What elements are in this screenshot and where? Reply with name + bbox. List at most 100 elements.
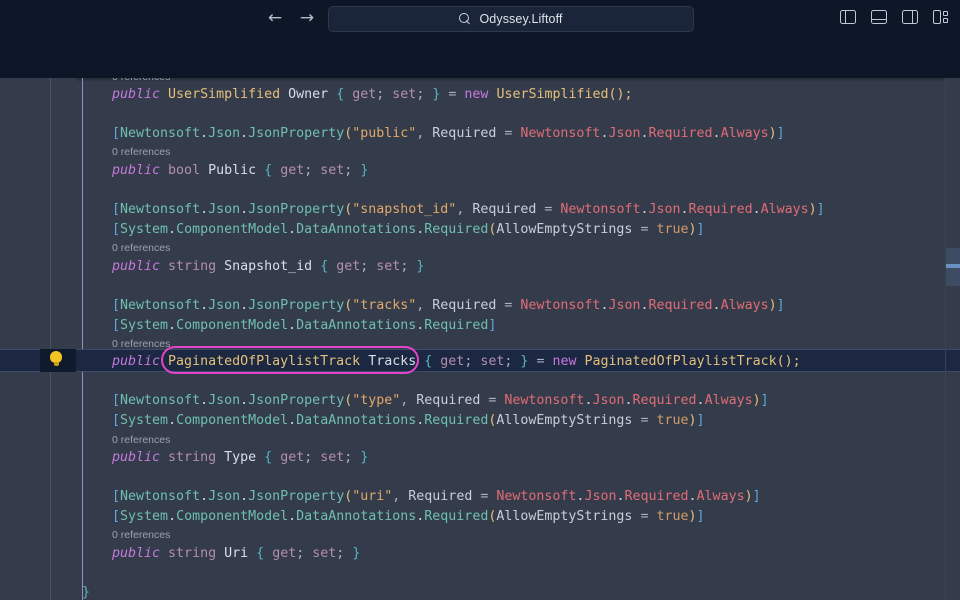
code-token: DataAnnotations (296, 413, 416, 428)
code-line[interactable]: [Newtonsoft.Json.JsonProperty("public", … (0, 124, 960, 144)
code-token: string (168, 259, 216, 274)
code-token: Required (424, 222, 488, 237)
code-token: set (480, 354, 504, 369)
code-token: DataAnnotations (296, 509, 416, 524)
code-token: DataAnnotations (296, 222, 416, 237)
codelens-references[interactable]: 0 references (112, 241, 170, 255)
code-line[interactable]: [System.ComponentModel.DataAnnotations.R… (0, 316, 960, 336)
code-token: . (168, 413, 176, 428)
toggle-panel-icon[interactable] (870, 8, 888, 26)
code-token: Required (424, 413, 488, 428)
code-token: { (336, 87, 344, 102)
code-line[interactable]: public PaginatedOfPlaylistTrack Tracks {… (0, 352, 960, 372)
toggle-secondary-sidebar-icon[interactable] (901, 8, 919, 26)
code-token: . (240, 298, 248, 313)
code-token: Always (721, 126, 769, 141)
code-token: Json (608, 126, 640, 141)
code-line-text: [System.ComponentModel.DataAnnotations.R… (112, 220, 705, 240)
code-token: ] (777, 126, 785, 141)
code-token: [ (112, 393, 120, 408)
code-token: Required (432, 126, 496, 141)
code-line[interactable]: [Newtonsoft.Json.JsonProperty("tracks", … (0, 296, 960, 316)
code-line-text: public string Snapshot_id { get; set; } (112, 257, 424, 277)
code-token: System (120, 509, 168, 524)
code-token: . (697, 393, 705, 408)
code-token (577, 354, 585, 369)
code-token: JsonProperty (248, 202, 344, 217)
code-token: Required (689, 202, 753, 217)
code-token: . (200, 202, 208, 217)
code-token: AllowEmptyStrings (496, 222, 632, 237)
code-token: Required (624, 489, 688, 504)
code-token: Newtonsoft (504, 393, 584, 408)
code-token: "snapshot_id" (352, 202, 456, 217)
back-arrow-icon[interactable]: ← (266, 9, 284, 27)
forward-arrow-icon[interactable]: → (298, 9, 316, 27)
code-token: set (320, 163, 344, 178)
code-line[interactable]: public bool Public { get; set; } (0, 161, 960, 181)
code-token: ) (769, 126, 777, 141)
code-token: ) (769, 298, 777, 313)
code-line[interactable]: [System.ComponentModel.DataAnnotations.R… (0, 507, 960, 527)
code-token: AllowEmptyStrings (496, 509, 632, 524)
code-token: . (681, 202, 689, 217)
code-line-text: [Newtonsoft.Json.JsonProperty("public", … (112, 124, 785, 144)
code-line[interactable]: public UserSimplified Owner { get; set; … (0, 85, 960, 105)
code-token: Newtonsoft (120, 393, 200, 408)
code-token (216, 450, 224, 465)
code-token: get (272, 546, 296, 561)
code-line[interactable]: public string Snapshot_id { get; set; } (0, 257, 960, 277)
code-token: string (168, 450, 216, 465)
code-token (360, 354, 368, 369)
editor-scrollbar-track[interactable] (946, 78, 960, 600)
code-line[interactable]: [Newtonsoft.Json.JsonProperty("uri", Req… (0, 487, 960, 507)
code-editor[interactable]: 0 references 0 references 0 references 0 re… (0, 78, 960, 600)
code-token: . (168, 318, 176, 333)
code-token: Required (416, 393, 480, 408)
code-token: "public" (352, 126, 416, 141)
code-token: "type" (352, 393, 400, 408)
code-line[interactable]: [System.ComponentModel.DataAnnotations.R… (0, 220, 960, 240)
code-token: Json (208, 126, 240, 141)
code-token: ] (753, 489, 761, 504)
code-line[interactable]: [System.ComponentModel.DataAnnotations.R… (0, 411, 960, 431)
code-token: Always (761, 202, 809, 217)
code-token: ) (753, 393, 761, 408)
code-token: ] (697, 413, 705, 428)
code-line[interactable]: } (0, 583, 960, 600)
codelens-references[interactable]: 0 references (112, 145, 170, 159)
code-token: ComponentModel (176, 413, 288, 428)
code-token: new (552, 354, 576, 369)
toggle-primary-sidebar-icon[interactable] (839, 8, 857, 26)
code-token: Json (608, 298, 640, 313)
code-token: "tracks" (352, 298, 416, 313)
code-token: Tracks (368, 354, 416, 369)
code-token: Type (224, 450, 256, 465)
quick-open-search-bar[interactable]: Odyssey.Liftoff (328, 6, 694, 32)
code-token: JsonProperty (248, 298, 344, 313)
customize-layout-icon[interactable] (932, 8, 950, 26)
code-token: bool (168, 163, 200, 178)
code-token: . (200, 298, 208, 313)
search-icon (459, 13, 472, 26)
code-token: Json (208, 393, 240, 408)
title-bar: ← → Odyssey.Liftoff (0, 0, 960, 38)
code-token: Always (705, 393, 753, 408)
code-line[interactable]: [Newtonsoft.Json.JsonProperty("snapshot_… (0, 200, 960, 220)
code-line[interactable]: public string Uri { get; set; } (0, 544, 960, 564)
code-token: . (640, 298, 648, 313)
code-token: Json (208, 202, 240, 217)
code-line[interactable]: public string Type { get; set; } (0, 448, 960, 468)
code-token: ) (689, 413, 697, 428)
code-token: . (624, 393, 632, 408)
code-token: System (120, 318, 168, 333)
code-token: Newtonsoft (560, 202, 640, 217)
codelens-references[interactable]: 0 references (112, 528, 170, 542)
code-token: = (480, 393, 504, 408)
code-token: get (280, 450, 304, 465)
code-content[interactable]: 0 references 0 references 0 references 0 re… (0, 78, 960, 600)
codelens-references[interactable]: 0 references (112, 78, 170, 84)
codelens-references[interactable]: 0 references (112, 433, 170, 447)
code-line[interactable]: [Newtonsoft.Json.JsonProperty("type", Re… (0, 391, 960, 411)
code-token (328, 87, 336, 102)
